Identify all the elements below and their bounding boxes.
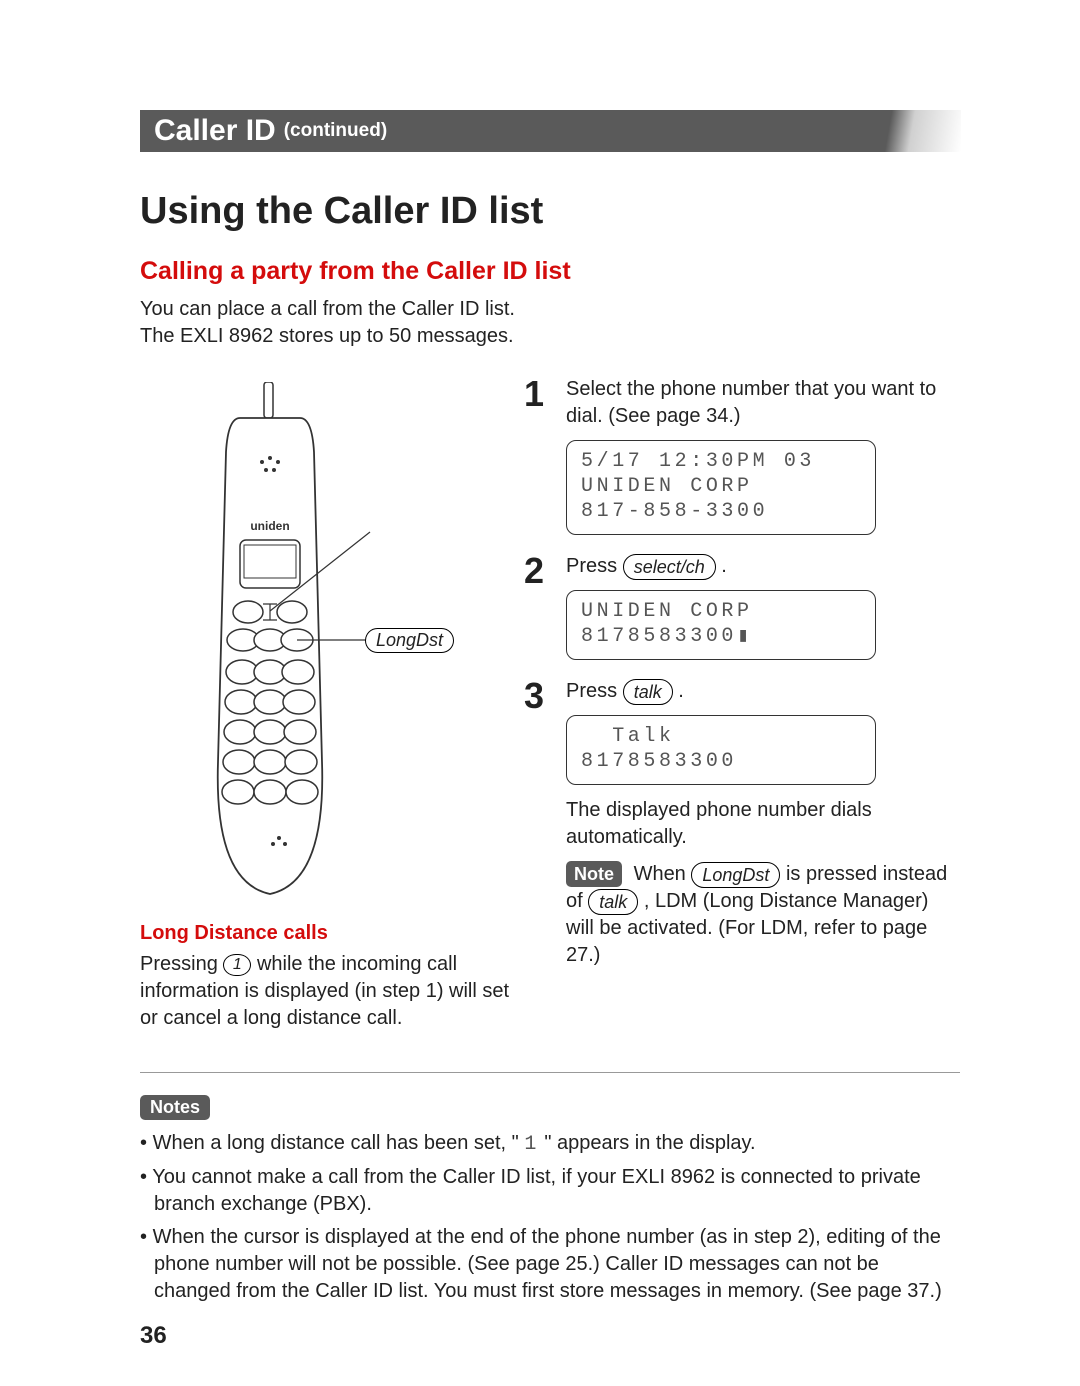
content-columns: uniden: [140, 376, 960, 1032]
note1-b: " appears in the display.: [544, 1132, 755, 1154]
keypad-1-icon: 1: [223, 954, 251, 976]
lcd-display-2: UNIDEN CORP 8178583300▮: [566, 590, 876, 660]
note-text-a: When: [634, 863, 692, 885]
longdst-callout: LongDst: [365, 628, 454, 653]
lcd-display-1: 5/17 12:30PM 03 UNIDEN CORP 817-858-3300: [566, 440, 876, 535]
long-distance-section: Long Distance calls Pressing 1 while the…: [140, 922, 490, 1032]
step-3-text-before: Press: [566, 680, 623, 702]
long-distance-body: Pressing 1 while the incoming call infor…: [140, 951, 510, 1032]
separator-line: [140, 1072, 960, 1073]
step-3-text-after: .: [678, 680, 684, 702]
long-distance-heading: Long Distance calls: [140, 922, 490, 945]
step-number-3: 3: [524, 678, 550, 969]
right-column: 1 Select the phone number that you want …: [524, 376, 960, 1032]
note1-a: When a long distance call has been set, …: [153, 1132, 519, 1154]
notes-section: Notes When a long distance call has been…: [140, 1095, 960, 1305]
step-3-tail: The displayed phone number dials automat…: [566, 797, 960, 851]
note-badge: Note: [566, 861, 622, 887]
left-column: uniden: [140, 376, 490, 1032]
step-2-text-after: .: [721, 555, 727, 577]
lcd1-line3: 817-858-3300: [581, 499, 861, 524]
step-number-1: 1: [524, 376, 550, 535]
intro-text: You can place a call from the Caller ID …: [140, 296, 960, 350]
lcd2-line1: UNIDEN CORP: [581, 599, 861, 624]
intro-line-1: You can place a call from the Caller ID …: [140, 298, 515, 320]
page-title: Using the Caller ID list: [140, 190, 960, 233]
step-1: 1 Select the phone number that you want …: [524, 376, 960, 535]
lcd-display-3: Talk 8178583300: [566, 715, 876, 785]
page-number: 36: [140, 1322, 167, 1350]
lcd3-line1: Talk: [581, 724, 861, 749]
note-item-1: When a long distance call has been set, …: [154, 1130, 960, 1158]
svg-text:uniden: uniden: [250, 519, 289, 533]
select-ch-button: select/ch: [623, 554, 716, 580]
intro-line-2: The EXLI 8962 stores up to 50 messages.: [140, 325, 514, 347]
step-1-body: Select the phone number that you want to…: [566, 376, 960, 535]
talk-button: talk: [623, 679, 673, 705]
note-item-2: You cannot make a call from the Caller I…: [154, 1164, 960, 1218]
step-1-text: Select the phone number that you want to…: [566, 378, 936, 427]
notes-badge: Notes: [140, 1095, 210, 1120]
step-3: 3 Press talk . Talk 8178583300 The displ…: [524, 678, 960, 969]
phone-illustration: uniden: [140, 382, 490, 912]
ld-text-a: Pressing: [140, 953, 223, 975]
section-subtitle: (continued): [284, 120, 387, 142]
longdst-button: LongDst: [691, 862, 780, 888]
step-3-body: Press talk . Talk 8178583300 The display…: [566, 678, 960, 969]
subheading: Calling a party from the Caller ID list: [140, 257, 960, 286]
lcd2-line2: 8178583300▮: [581, 624, 861, 649]
section-title: Caller ID: [154, 114, 276, 148]
section-banner: Caller ID (continued): [140, 110, 960, 152]
step-2-text-before: Press: [566, 555, 623, 577]
step-3-note: Note When LongDst is pressed instead of …: [566, 861, 960, 969]
talk-button-2: talk: [588, 889, 638, 915]
step-2-body: Press select/ch . UNIDEN CORP 8178583300…: [566, 553, 960, 660]
banner-wedge: [851, 110, 961, 152]
note-item-3: When the cursor is displayed at the end …: [154, 1224, 960, 1305]
step-number-2: 2: [524, 553, 550, 660]
notes-list: When a long distance call has been set, …: [140, 1130, 960, 1305]
lcd1-line2: UNIDEN CORP: [581, 474, 861, 499]
lcd-digit-1-icon: 1: [524, 1133, 538, 1156]
step-2: 2 Press select/ch . UNIDEN CORP 81785833…: [524, 553, 960, 660]
lcd1-line1: 5/17 12:30PM 03: [581, 449, 861, 474]
lcd3-line2: 8178583300: [581, 749, 861, 774]
